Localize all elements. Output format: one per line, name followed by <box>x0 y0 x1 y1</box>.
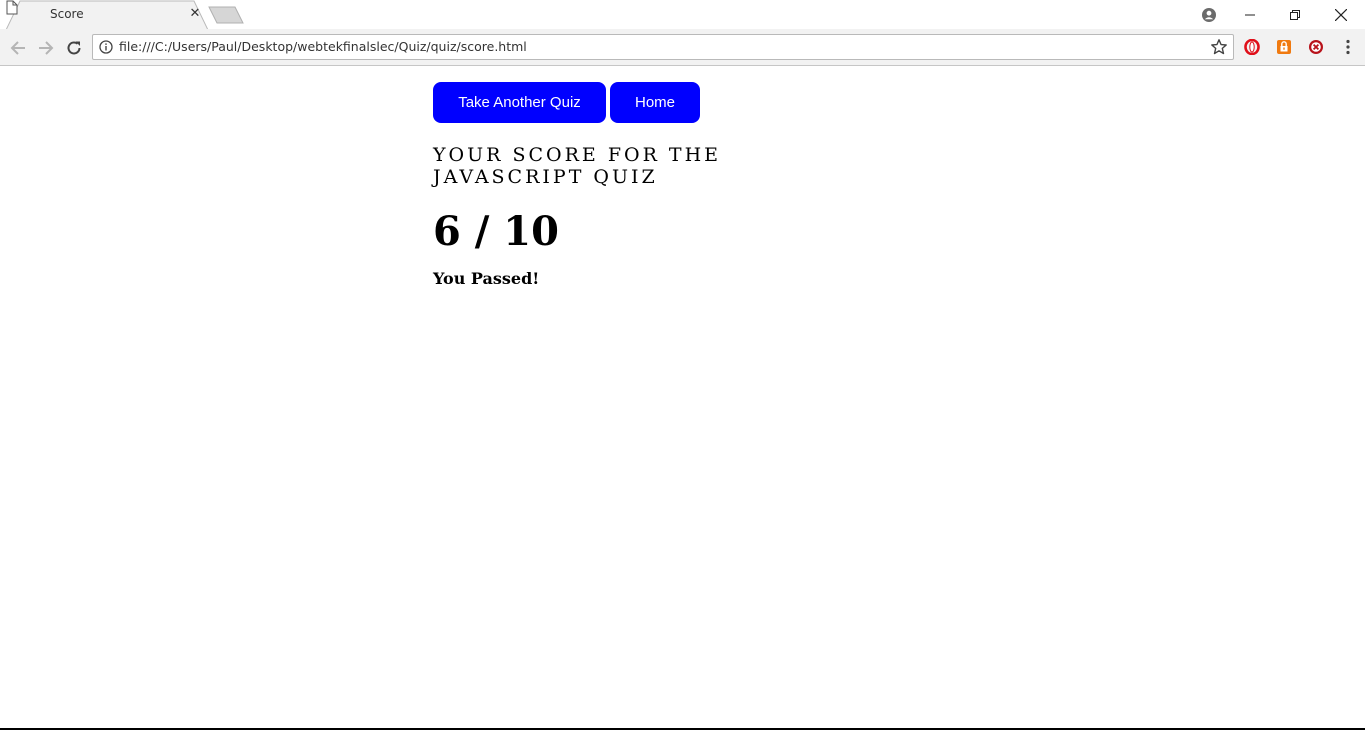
reload-button[interactable] <box>62 36 86 60</box>
opera-icon <box>1244 39 1260 55</box>
tab-score[interactable]: Score ✕ <box>6 0 208 30</box>
lock-extension-icon <box>1277 40 1291 54</box>
home-button[interactable]: Home <box>610 82 700 123</box>
tab-shape <box>6 0 208 30</box>
tab-close-icon[interactable]: ✕ <box>187 6 203 22</box>
score-heading: YOUR SCORE FOR THE JAVASCRIPT QUIZ <box>433 144 722 188</box>
window-close-button[interactable] <box>1318 0 1364 29</box>
address-bar[interactable]: file:///C:/Users/Paul/Desktop/webtekfina… <box>92 34 1234 60</box>
browser-menu-button[interactable] <box>1338 37 1358 57</box>
page-icon <box>6 0 18 15</box>
result-text: You Passed! <box>433 269 540 288</box>
browser-toolbar: file:///C:/Users/Paul/Desktop/webtekfina… <box>0 29 1365 66</box>
block-extension-icon <box>1309 40 1323 54</box>
lock-extension-button[interactable] <box>1274 37 1294 57</box>
minimize-button[interactable] <box>1227 0 1273 29</box>
user-icon <box>1202 7 1216 22</box>
kebab-menu-icon <box>1346 39 1350 55</box>
close-icon <box>1335 8 1347 21</box>
new-tab-button[interactable] <box>207 6 245 24</box>
back-button[interactable] <box>6 36 30 60</box>
star-icon[interactable] <box>1210 38 1228 56</box>
tab-title: Score <box>50 7 84 21</box>
title-bar: Score ✕ <box>0 0 1365 30</box>
minimize-icon <box>1245 14 1255 15</box>
score-value: 6 / 10 <box>433 208 559 255</box>
block-extension-button[interactable] <box>1306 37 1326 57</box>
action-buttons: Take Another Quiz Home <box>433 82 700 123</box>
reload-icon <box>67 41 81 55</box>
opera-extension-button[interactable] <box>1242 37 1262 57</box>
profile-button[interactable] <box>1186 0 1232 29</box>
restore-icon <box>1290 9 1300 20</box>
arrow-right-icon <box>39 41 54 55</box>
arrow-left-icon <box>10 41 25 55</box>
info-icon[interactable] <box>99 40 113 54</box>
url-text[interactable]: file:///C:/Users/Paul/Desktop/webtekfina… <box>119 39 527 54</box>
take-another-quiz-button[interactable]: Take Another Quiz <box>433 82 606 123</box>
restore-button[interactable] <box>1272 0 1318 29</box>
page-content: Take Another Quiz Home YOUR SCORE FOR TH… <box>0 66 1365 728</box>
forward-button[interactable] <box>34 36 58 60</box>
